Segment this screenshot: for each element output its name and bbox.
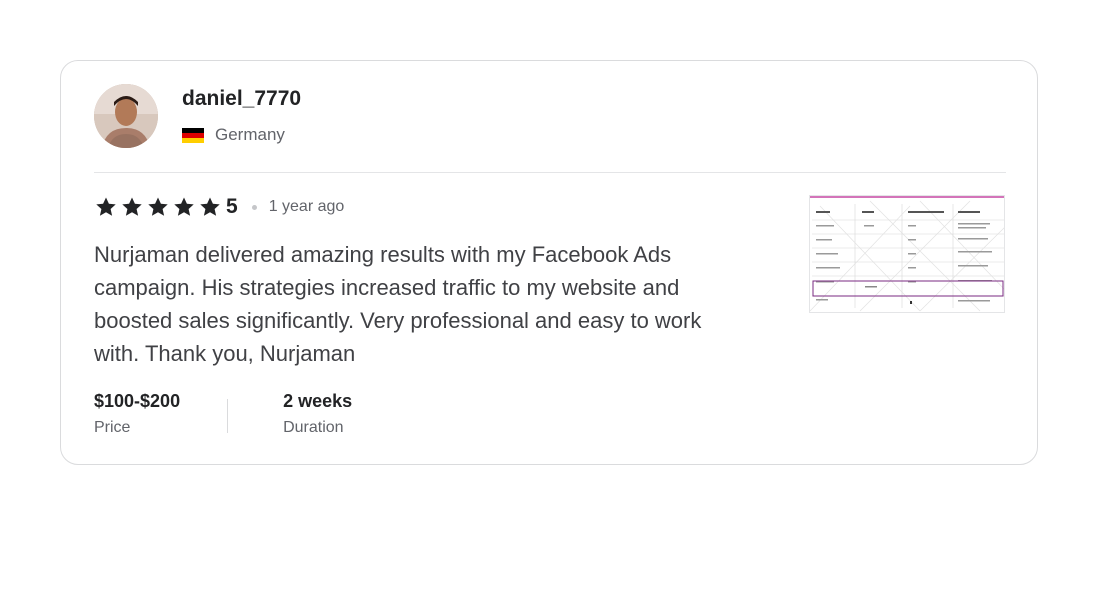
rating-row: 5 1 year ago — [94, 195, 344, 219]
review-time: 1 year ago — [268, 198, 345, 215]
germany-flag-icon — [182, 127, 204, 143]
rating-score: 5 — [226, 195, 238, 218]
duration-label: Duration — [283, 419, 344, 436]
country-name: Germany — [215, 125, 285, 144]
price-value: $100-$200 — [94, 391, 181, 411]
star-rating — [94, 195, 224, 219]
duration-block: 2 weeks Duration — [283, 391, 352, 437]
spreadsheet-preview-image — [810, 196, 1004, 312]
star-icon — [174, 197, 194, 216]
avatar[interactable] — [94, 84, 158, 148]
meta-divider — [227, 399, 229, 433]
review-text: Nurjaman delivered amazing results with … — [94, 242, 702, 366]
star-icon — [148, 197, 168, 216]
review-meta: $100-$200 Price 2 weeks Duration — [94, 391, 352, 437]
duration-value: 2 weeks — [283, 391, 353, 411]
price-label: Price — [94, 419, 131, 436]
star-icon — [122, 197, 142, 216]
star-icon — [96, 197, 116, 216]
divider — [94, 172, 1006, 173]
attachment-thumbnail[interactable] — [809, 195, 1005, 313]
review-card: daniel_7770 Germany 5 1 year ago Nurjama… — [60, 60, 1038, 465]
username[interactable]: daniel_7770 — [182, 87, 301, 111]
star-icon — [200, 197, 220, 216]
price-block: $100-$200 Price — [94, 391, 180, 437]
country: Germany — [182, 125, 285, 145]
separator-dot — [251, 204, 257, 210]
